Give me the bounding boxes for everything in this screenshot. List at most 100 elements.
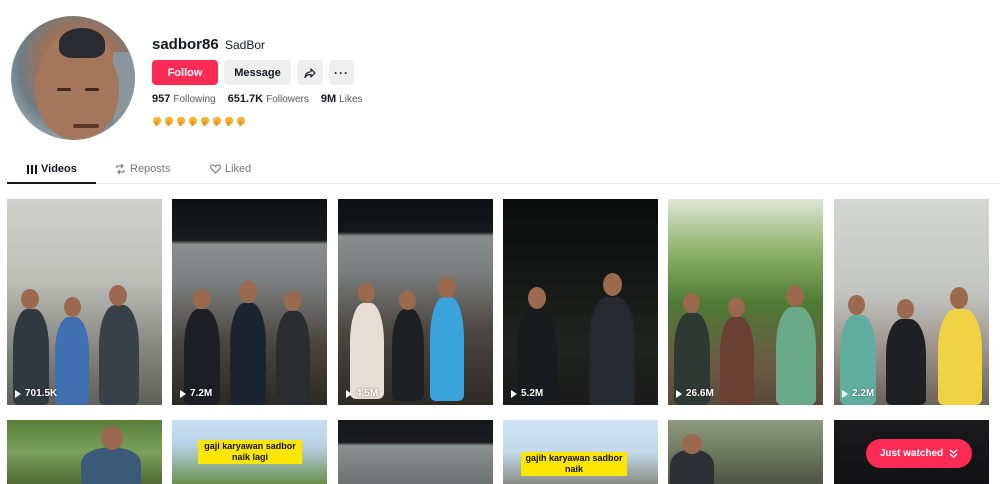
profile-nickname: SadBor xyxy=(225,38,266,52)
person-head xyxy=(239,281,257,303)
profile-username: sadbor86 xyxy=(152,36,219,53)
tab-label: Reposts xyxy=(130,163,171,175)
view-count-value: 5.2M xyxy=(521,388,544,399)
avatar-hair xyxy=(59,28,105,58)
person xyxy=(938,309,982,405)
hand-pointing-down-icon xyxy=(176,115,186,126)
video-scene xyxy=(338,420,493,484)
person-head xyxy=(950,287,968,309)
view-count: 5.2M xyxy=(511,388,543,399)
video-thumbnail[interactable] xyxy=(7,420,162,484)
play-icon xyxy=(676,389,682,398)
video-thumbnail[interactable]: 26.6M xyxy=(668,199,823,405)
view-count: 2.2M xyxy=(842,388,874,399)
share-arrow-icon xyxy=(304,67,316,78)
tab-reposts[interactable]: Reposts xyxy=(115,163,170,175)
person-head xyxy=(683,293,700,313)
person-head xyxy=(438,277,456,298)
stat-label: Followers xyxy=(266,94,309,105)
person-head xyxy=(848,295,865,315)
person-head xyxy=(786,285,804,307)
person xyxy=(670,450,714,484)
person-head xyxy=(728,297,745,317)
play-icon xyxy=(15,389,21,398)
heart-icon xyxy=(210,164,221,174)
person xyxy=(589,297,635,405)
person xyxy=(886,319,926,405)
stat-label: Likes xyxy=(339,94,363,105)
view-count-value: 4.5M xyxy=(356,388,379,399)
follow-button[interactable]: Follow xyxy=(152,60,218,85)
profile-stats: 957 Following 651.7K Followers 9M Likes xyxy=(152,93,375,105)
person-head xyxy=(682,434,702,454)
video-caption: gaji karyawan sadbor naik lagi xyxy=(198,440,302,464)
person-head xyxy=(399,291,416,310)
tab-label: Liked xyxy=(225,163,252,175)
person xyxy=(276,311,310,405)
video-thumbnail[interactable] xyxy=(668,420,823,484)
more-options-button[interactable]: ··· xyxy=(329,60,354,85)
just-watched-label: Just watched xyxy=(879,448,944,459)
hand-pointing-down-icon xyxy=(188,115,198,126)
person xyxy=(230,303,266,405)
play-icon xyxy=(842,389,848,398)
avatar-mouth xyxy=(73,124,99,128)
person xyxy=(392,309,424,401)
person xyxy=(55,317,89,405)
video-thumbnail[interactable]: gaji karyawan sadbor naik lagi xyxy=(172,420,327,484)
person-head xyxy=(193,289,210,309)
just-watched-button[interactable]: Just watched xyxy=(866,439,972,468)
hand-pointing-down-icon xyxy=(224,115,234,126)
play-icon xyxy=(180,389,186,398)
person-head xyxy=(603,273,622,296)
view-count-value: 7.2M xyxy=(190,388,213,399)
view-count-value: 701.5K xyxy=(25,388,58,399)
share-button[interactable] xyxy=(297,60,323,85)
play-icon xyxy=(511,389,517,398)
tab-label: Videos xyxy=(41,163,77,175)
avatar-eye xyxy=(85,88,99,91)
hand-pointing-down-icon xyxy=(200,115,210,126)
person-head xyxy=(897,299,914,319)
view-count-value: 2.2M xyxy=(852,388,875,399)
video-thumbnail[interactable]: 5.2M xyxy=(503,199,658,405)
person-head xyxy=(109,285,127,306)
stat-followers[interactable]: 651.7K Followers xyxy=(228,93,309,105)
view-count: 26.6M xyxy=(676,388,714,399)
profile-bio xyxy=(152,115,246,126)
video-thumbnail[interactable] xyxy=(338,420,493,484)
person-head xyxy=(21,289,39,309)
hand-pointing-down-icon xyxy=(164,115,174,126)
video-thumbnail[interactable]: 2.2M xyxy=(834,199,989,405)
view-count: 4.5M xyxy=(346,388,378,399)
video-thumbnail[interactable]: 4.5M xyxy=(338,199,493,405)
person xyxy=(776,307,816,405)
video-thumbnail[interactable]: gajih karyawan sadbor naik xyxy=(503,420,658,484)
person xyxy=(720,317,754,405)
stat-likes: 9M Likes xyxy=(321,93,363,105)
stat-value: 9M xyxy=(320,93,337,105)
person xyxy=(81,448,141,484)
tab-videos[interactable]: Videos xyxy=(27,163,77,175)
stat-label: Following xyxy=(173,94,216,105)
grid-icon xyxy=(27,164,37,174)
stat-value: 651.7K xyxy=(227,93,264,105)
person-head xyxy=(284,291,301,311)
hand-pointing-down-icon xyxy=(236,115,246,126)
video-thumbnail[interactable]: 701.5K xyxy=(7,199,162,405)
play-icon xyxy=(346,389,352,398)
chevrons-down-icon xyxy=(949,449,958,458)
stat-following[interactable]: 957 Following xyxy=(152,93,216,105)
stat-value: 957 xyxy=(152,93,171,105)
person-head xyxy=(101,426,123,450)
video-thumbnail[interactable]: 7.2M xyxy=(172,199,327,405)
person-head xyxy=(64,297,81,317)
person xyxy=(350,303,384,399)
message-button[interactable]: Message xyxy=(224,60,291,85)
person-head xyxy=(358,283,375,303)
profile-avatar[interactable] xyxy=(11,16,135,140)
active-tab-indicator xyxy=(7,182,96,184)
tab-liked[interactable]: Liked xyxy=(210,163,251,175)
hand-pointing-down-icon xyxy=(152,115,162,126)
video-caption: gajih karyawan sadbor naik xyxy=(521,452,627,476)
